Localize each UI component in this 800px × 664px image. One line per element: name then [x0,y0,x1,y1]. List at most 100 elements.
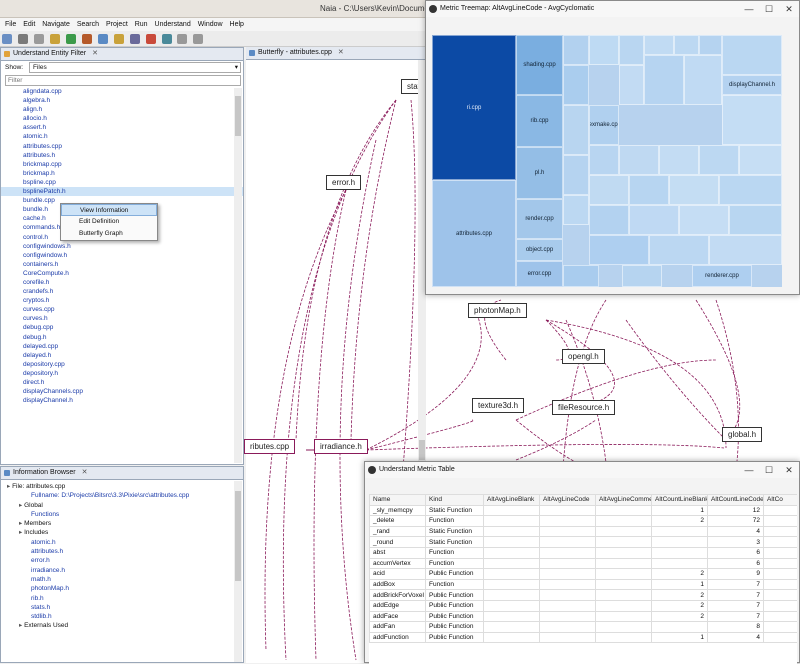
print-icon[interactable] [33,34,44,44]
file-list-item[interactable]: configwindows.h [1,242,243,251]
treemap-cell[interactable] [589,35,619,65]
file-list-item[interactable]: debug.cpp [1,323,243,332]
bookmark-icon[interactable] [113,34,124,44]
table-row[interactable]: _round Static Function 3 [369,536,797,548]
menu-search[interactable]: Search [77,18,99,31]
table-row[interactable]: addFunction Public Function 1 4 [369,631,797,644]
save-icon[interactable] [17,34,28,44]
file-list-item[interactable]: atomic.h [1,132,243,141]
refresh-icon[interactable] [161,34,172,44]
treemap-cell[interactable]: error.cpp [516,261,563,287]
file-list-item[interactable]: crandefs.h [1,287,243,296]
treemap-cell[interactable]: displayChannel.h [722,75,782,95]
column-header[interactable]: AltAvgLineCode [539,494,596,506]
treemap-cell[interactable] [589,235,649,265]
treemap-cell[interactable] [619,35,644,65]
menu-run[interactable]: Run [135,18,148,31]
file-list-item[interactable]: curves.cpp [1,305,243,314]
file-list-item[interactable]: attributes.cpp [1,142,243,151]
debug-icon[interactable] [81,34,92,44]
info-tree-item[interactable]: rib.h [1,594,243,603]
info-tree-item[interactable]: math.h [1,575,243,584]
menu-help[interactable]: Help [230,18,244,31]
file-list-item[interactable]: debug.h [1,333,243,342]
treemap-cell[interactable] [709,235,782,265]
treemap-cell[interactable] [629,205,679,235]
column-header[interactable]: AltCo [763,494,797,506]
file-list-item[interactable]: bsplinePatch.h [1,187,243,197]
forward-icon[interactable] [193,34,204,44]
scrollbar-thumb[interactable] [419,440,425,460]
menu-edit[interactable]: Edit [23,18,35,31]
table-row[interactable]: addBrickForVoxel Public Function 2 7 [369,589,797,601]
run-icon[interactable] [65,34,76,44]
info-tree-item[interactable]: atomic.h [1,538,243,547]
scrollbar[interactable] [234,88,242,463]
information-browser-tab[interactable]: Information Browser ✕ [1,467,243,480]
menu-butterfly-graph[interactable]: Butterfly Graph [61,228,157,240]
table-row[interactable]: _delete Function 2 72 [369,515,797,527]
treemap-cell[interactable] [563,105,589,155]
treemap-cell[interactable] [629,175,669,205]
graph-node-photonmap[interactable]: photonMap.h [468,303,527,318]
table-row[interactable]: addFace Public Function 2 7 [369,610,797,623]
info-tree-item[interactable]: ▸ Global [1,501,243,510]
info-tree-item[interactable]: Functions [1,510,243,519]
table-row[interactable]: addFan Public Function 8 [369,621,797,633]
treemap-cell[interactable] [589,205,629,235]
column-header[interactable]: AltCountLineCode [707,494,764,506]
file-list-item[interactable]: CoreCompute.h [1,269,243,278]
table-row[interactable]: accumVertex Function 6 [369,557,797,570]
treemap-cell[interactable]: shading.cpp [516,35,563,95]
treemap-cell[interactable] [729,205,782,235]
folder-icon[interactable] [49,34,60,44]
treemap-cell[interactable] [684,55,722,105]
entity-filter-tab[interactable]: Understand Entity Filter ✕ [1,48,243,61]
treemap-cell[interactable] [722,35,782,75]
file-list-item[interactable]: cryptos.h [1,296,243,305]
back-icon[interactable] [177,34,188,44]
table-row[interactable]: addBox Function 1 7 [369,578,797,591]
column-header[interactable]: AltCountLineBlank [651,494,708,506]
treemap-cell[interactable] [699,145,739,175]
show-select[interactable]: Files ▾ [29,62,241,73]
maximize-icon[interactable]: ☐ [759,464,779,477]
column-header[interactable]: AltAvgLineBlank [483,494,540,506]
file-list-item[interactable]: containers.h [1,260,243,269]
info-tree-item[interactable]: Fullname: D:\Projects\Bitsrc\3.3\Pixie\s… [1,491,243,500]
file-list-item[interactable]: brickmap.h [1,169,243,178]
treemap-cell[interactable] [563,65,589,105]
graph-node-attributes[interactable]: ributes.cpp [244,439,296,454]
treemap-cell[interactable] [739,145,782,175]
treemap-cell[interactable] [659,145,699,175]
graph-node-global[interactable]: global.h [722,427,763,442]
file-list-item[interactable]: allocio.h [1,114,243,123]
treemap-cell[interactable] [563,35,589,65]
file-list-item[interactable]: brickmap.cpp [1,160,243,169]
menu-navigate[interactable]: Navigate [42,18,70,31]
file-list-item[interactable]: delayed.cpp [1,342,243,351]
treemap-cell[interactable] [563,195,589,225]
maximize-icon[interactable]: ☐ [759,3,779,16]
treemap-cell[interactable] [699,35,722,55]
scrollbar-thumb[interactable] [235,491,241,581]
minimize-icon[interactable]: — [739,464,759,477]
search-icon[interactable] [97,34,108,44]
treemap-cell[interactable] [619,65,644,105]
treemap-cell[interactable] [669,175,719,205]
table-row[interactable]: acid Public Function 2 9 [369,568,797,580]
info-tree-item[interactable]: ▸ Members [1,519,243,528]
graph-node-error[interactable]: error.h [326,175,362,190]
close-icon[interactable]: ✕ [92,50,98,57]
treemap-cell[interactable]: renderer.cpp [692,265,752,287]
column-header[interactable]: AltAvgLineComment [595,494,652,506]
treemap-cell[interactable]: attributes.cpp [432,180,516,287]
treemap-cell[interactable]: rib.cpp [516,95,563,147]
treemap-cell[interactable] [722,95,782,145]
file-list-item[interactable]: aligndata.cpp [1,87,243,96]
info-tree-item[interactable]: ▸ Externals Used [1,621,243,630]
file-list-item[interactable]: displayChannel.h [1,396,243,405]
menu-project[interactable]: Project [106,18,128,31]
table-row[interactable]: _sly_memcpy Static Function 1 12 [369,504,797,517]
menu-edit-definition[interactable]: Edit Definition [61,216,157,228]
